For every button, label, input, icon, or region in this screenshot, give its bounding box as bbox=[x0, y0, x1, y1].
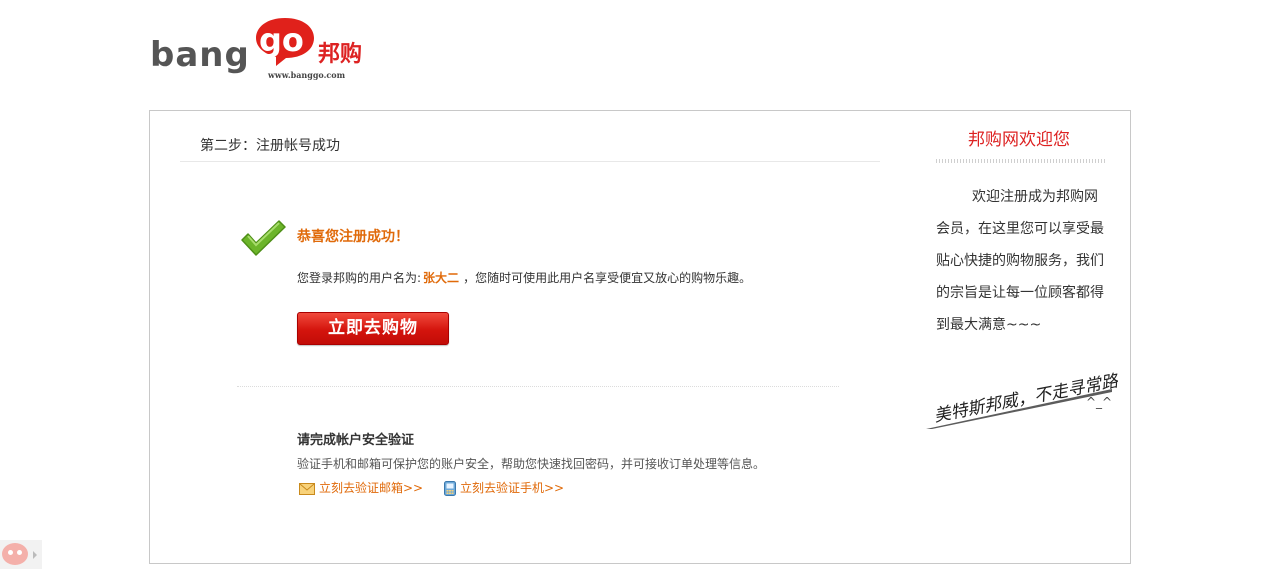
verify-description: 验证手机和邮箱可保护您的账户安全，帮助您快速找回密码，并可接收订单处理等信息。 bbox=[297, 457, 766, 471]
envelope-icon bbox=[299, 482, 315, 495]
welcome-text: 欢迎注册成为邦购网会员，在这里您可以享受最贴心快捷的购物服务，我们的宗旨是让每一… bbox=[936, 189, 1104, 333]
username-info: 您登录邦购的用户名为: 张大二 ，您随时可使用此用户名享受便宜又放心的购物乐趣。 bbox=[297, 270, 751, 286]
banggo-logo[interactable]: bang go 邦购 www.banggo.com bbox=[150, 16, 370, 82]
mascot-eye-left bbox=[8, 550, 13, 555]
floating-help-widget[interactable] bbox=[0, 540, 42, 569]
logo-go-text: go bbox=[259, 21, 304, 59]
logo-bang-text: bang bbox=[150, 35, 250, 75]
section-divider bbox=[237, 386, 839, 387]
registration-success-panel: 第二步：注册帐号成功 恭喜您注册成功！ 您登录邦购的用户名为: 张大二 ，您随时可使… bbox=[149, 110, 1131, 564]
verify-phone-label: 立刻去验证手机>> bbox=[460, 481, 565, 495]
verify-email-link[interactable]: 立刻去验证邮箱>> bbox=[299, 479, 423, 497]
smile-text: ^_^ bbox=[1086, 395, 1113, 409]
success-title: 恭喜您注册成功！ bbox=[297, 229, 409, 245]
mascot-eye-right bbox=[17, 550, 22, 555]
welcome-title: 邦购网欢迎您 bbox=[968, 130, 1070, 150]
expand-arrow-icon bbox=[33, 551, 37, 559]
username-hint: ，您随时可使用此用户名享受便宜又放心的购物乐趣。 bbox=[463, 271, 752, 285]
mascot-icon bbox=[2, 543, 28, 565]
check-icon bbox=[241, 220, 286, 256]
username-label: 您登录邦购的用户名为: bbox=[297, 271, 422, 285]
welcome-divider bbox=[936, 159, 1106, 163]
logo-url: www.banggo.com bbox=[268, 70, 346, 80]
username-value: 张大二 bbox=[423, 271, 460, 285]
step-divider bbox=[180, 161, 880, 162]
logo-chinese-text: 邦购 bbox=[318, 42, 363, 67]
verify-title: 请完成帐户安全验证 bbox=[297, 433, 415, 448]
step-title: 第二步：注册帐号成功 bbox=[200, 138, 340, 154]
verify-email-label: 立刻去验证邮箱>> bbox=[319, 481, 424, 495]
go-shopping-button[interactable]: 立即去购物 bbox=[297, 312, 449, 345]
phone-icon bbox=[444, 481, 456, 496]
verify-phone-link[interactable]: 立刻去验证手机>> bbox=[444, 479, 564, 497]
